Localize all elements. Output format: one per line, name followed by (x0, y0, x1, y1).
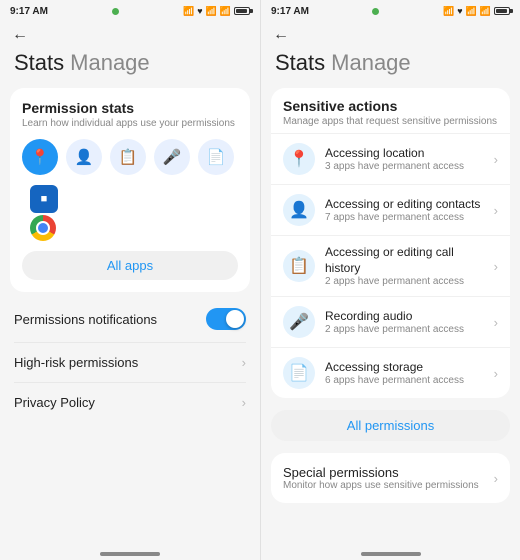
recording-audio-text: Recording audio 2 apps have permanent ac… (325, 309, 484, 336)
call-history-row-chevron: › (494, 259, 498, 274)
accessing-storage-row[interactable]: 📄 Accessing storage 6 apps have permanen… (271, 347, 510, 398)
signal-icon: 📶 (206, 6, 217, 17)
all-apps-button[interactable]: All apps (22, 251, 238, 280)
special-permissions-chevron-icon: › (494, 471, 498, 486)
bluetooth-icon: 📶 (183, 6, 194, 17)
permissions-notifications-row[interactable]: Permissions notifications (0, 296, 260, 342)
heart-icon-r: ♥ (457, 6, 462, 16)
permissions-notifications-toggle[interactable] (206, 308, 246, 330)
location-row-chevron: › (494, 152, 498, 167)
special-permissions-subtitle: Monitor how apps use sensitive permissio… (283, 480, 479, 491)
accessing-contacts-desc: 7 apps have permanent access (325, 212, 484, 223)
time-right: 9:17 AM (271, 6, 309, 17)
audio-perm-icon: 🎤 (283, 306, 315, 338)
call-history-perm-icon: 📋 (283, 250, 315, 282)
app-icon-blue: ■ (30, 185, 58, 213)
green-dot-right (372, 8, 379, 15)
accessing-location-row[interactable]: 📍 Accessing location 3 apps have permane… (271, 133, 510, 184)
sensitive-actions-card: Sensitive actions Manage apps that reque… (271, 88, 510, 398)
bluetooth-icon-r: 📶 (443, 6, 454, 17)
person-icon[interactable]: 👤 (66, 139, 102, 175)
heart-icon: ♥ (197, 6, 202, 16)
page-title-left: Stats Manage (0, 48, 260, 84)
sensitive-actions-subtitle: Manage apps that request sensitive permi… (271, 116, 510, 133)
notes-icon[interactable]: 📋 (110, 139, 146, 175)
accessing-call-history-name: Accessing or editing call history (325, 245, 484, 276)
page-title-right: Stats Manage (261, 48, 520, 84)
accessing-storage-text: Accessing storage 6 apps have permanent … (325, 360, 484, 387)
accessing-contacts-row[interactable]: 👤 Accessing or editing contacts 7 apps h… (271, 184, 510, 235)
privacy-policy-row[interactable]: Privacy Policy › (0, 383, 260, 422)
sensitive-actions-title: Sensitive actions (271, 98, 510, 116)
home-indicator-left (100, 552, 160, 556)
permission-stats-subtitle: Learn how individual apps use your permi… (22, 118, 238, 129)
accessing-location-text: Accessing location 3 apps have permanent… (325, 146, 484, 173)
mic-icon[interactable]: 🎤 (154, 139, 190, 175)
special-permissions-text: Special permissions Monitor how apps use… (283, 465, 479, 491)
home-indicator-right (361, 552, 421, 556)
special-permissions-card: Special permissions Monitor how apps use… (271, 453, 510, 503)
accessing-storage-name: Accessing storage (325, 360, 484, 376)
bottom-bar-right (261, 542, 520, 560)
recording-audio-name: Recording audio (325, 309, 484, 325)
all-permissions-button[interactable]: All permissions (271, 410, 510, 441)
right-panel: 9:17 AM 📶 ♥ 📶 📶 ← Stats Manage Sensitive… (260, 0, 520, 560)
high-risk-permissions-row[interactable]: High-risk permissions › (0, 343, 260, 382)
accessing-location-desc: 3 apps have permanent access (325, 161, 484, 172)
accessing-call-history-row[interactable]: 📋 Accessing or editing call history 2 ap… (271, 235, 510, 296)
wifi-icon: 📶 (220, 6, 231, 17)
signal-icon-r: 📶 (466, 6, 477, 17)
permission-stats-card: Permission stats Learn how individual ap… (10, 88, 250, 292)
title-stats-right: Stats (275, 50, 325, 76)
privacy-policy-chevron-icon: › (242, 395, 246, 410)
permission-icons-row: 📍 👤 📋 🎤 📄 (22, 139, 238, 175)
apps-visual: ■ (22, 175, 238, 247)
top-bar-left: ← (0, 20, 260, 48)
accessing-location-name: Accessing location (325, 146, 484, 162)
high-risk-chevron-icon: › (242, 355, 246, 370)
title-manage-left: Manage (70, 50, 150, 76)
storage-perm-icon: 📄 (283, 357, 315, 389)
recording-audio-desc: 2 apps have permanent access (325, 324, 484, 335)
contacts-perm-icon: 👤 (283, 194, 315, 226)
accessing-call-history-desc: 2 apps have permanent access (325, 276, 484, 287)
accessing-contacts-name: Accessing or editing contacts (325, 197, 484, 213)
status-bar-right: 9:17 AM 📶 ♥ 📶 📶 (261, 0, 520, 20)
left-panel: 9:17 AM 📶 ♥ 📶 📶 ← Stats Manage Permissio… (0, 0, 260, 560)
recording-audio-row[interactable]: 🎤 Recording audio 2 apps have permanent … (271, 296, 510, 347)
location-icon-active[interactable]: 📍 (22, 139, 58, 175)
accessing-call-history-text: Accessing or editing call history 2 apps… (325, 245, 484, 287)
location-perm-icon: 📍 (283, 143, 315, 175)
storage-icon[interactable]: 📄 (198, 139, 234, 175)
top-bar-right: ← (261, 20, 520, 48)
accessing-storage-desc: 6 apps have permanent access (325, 375, 484, 386)
title-stats-left: Stats (14, 50, 64, 76)
special-permissions-title: Special permissions (283, 465, 479, 480)
contacts-row-chevron: › (494, 203, 498, 218)
high-risk-permissions-label: High-risk permissions (14, 355, 138, 370)
bottom-bar-left (0, 542, 260, 560)
status-bar-left: 9:17 AM 📶 ♥ 📶 📶 (0, 0, 260, 20)
audio-row-chevron: › (494, 315, 498, 330)
status-icons-left: 📶 ♥ 📶 📶 (183, 6, 250, 17)
wifi-icon-r: 📶 (480, 6, 491, 17)
storage-row-chevron: › (494, 366, 498, 381)
time-left: 9:17 AM (10, 6, 48, 17)
title-manage-right: Manage (331, 50, 411, 76)
back-button-right[interactable]: ← (273, 26, 289, 44)
back-button-left[interactable]: ← (12, 26, 28, 44)
green-dot-left (112, 8, 119, 15)
battery-icon-left (234, 7, 250, 15)
accessing-contacts-text: Accessing or editing contacts 7 apps hav… (325, 197, 484, 224)
battery-icon-right (494, 7, 510, 15)
permission-stats-title: Permission stats (22, 100, 238, 116)
app-icon-chrome (30, 215, 56, 241)
special-permissions-row[interactable]: Special permissions Monitor how apps use… (271, 453, 510, 503)
permissions-notifications-label: Permissions notifications (14, 312, 157, 327)
privacy-policy-label: Privacy Policy (14, 395, 95, 410)
status-icons-right: 📶 ♥ 📶 📶 (443, 6, 510, 17)
